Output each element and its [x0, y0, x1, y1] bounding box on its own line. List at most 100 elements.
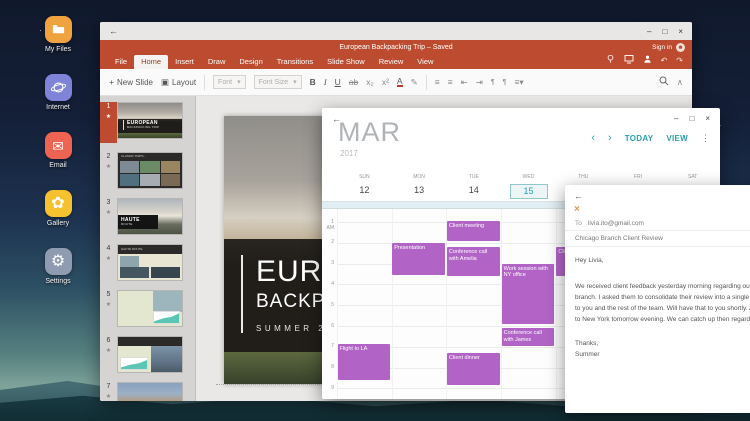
numbered-list-button[interactable]: ≡ — [448, 77, 453, 87]
bold-button[interactable]: B — [310, 77, 316, 87]
hour-label: 8 — [331, 364, 334, 371]
hour-label: 7 — [331, 343, 334, 350]
slide-thumbnail-4[interactable]: 4 ★ HAUTE ROUTE — [100, 244, 195, 281]
animation-star-icon: ★ — [105, 256, 112, 262]
tab-slide-show[interactable]: Slide Show — [320, 55, 372, 69]
new-slide-button[interactable]: + New Slide — [109, 77, 153, 87]
calendar-year: 2017 — [340, 149, 358, 158]
subject-field[interactable]: Chicago Branch Client Review — [565, 231, 750, 247]
slide-thumbnail-2[interactable]: 2 ★ CLASSIC TRIPS... — [100, 152, 195, 189]
to-field[interactable]: To livia.ito@gmail.com — [565, 216, 750, 231]
email-body[interactable]: Hey Livia, We received client feedback y… — [575, 255, 750, 360]
tab-transitions[interactable]: Transitions — [270, 55, 320, 69]
maximize-button[interactable]: □ — [662, 27, 667, 36]
powerpoint-titlebar: ← – □ × — [100, 22, 692, 40]
to-value[interactable]: livia.ito@gmail.com — [588, 220, 644, 227]
minimize-button[interactable]: – — [674, 114, 678, 123]
slide-thumbnail-7[interactable]: 7★ MOUNTETNA — [100, 382, 195, 401]
subject-value[interactable]: Chicago Branch Client Review — [575, 235, 663, 242]
font-color-button[interactable]: A — [396, 77, 403, 88]
tab-insert[interactable]: Insert — [168, 55, 201, 69]
slide-thumbnail-3[interactable]: 3 ★ HAUTE ROUTE — [100, 198, 195, 235]
bullet-list-button[interactable]: ≡ — [435, 77, 440, 87]
undo-icon[interactable]: ↶ — [661, 56, 668, 65]
calendar-event[interactable]: Conference call with Amelia — [446, 246, 500, 277]
view-button[interactable]: VIEW — [666, 134, 688, 143]
tab-review[interactable]: Review — [372, 55, 411, 69]
underline-button[interactable]: U — [335, 77, 341, 87]
align-options-button[interactable]: ≡▾ — [514, 77, 523, 88]
next-week-button[interactable]: › — [608, 133, 612, 144]
indent-decrease-button[interactable]: ⇤ — [461, 77, 468, 88]
animation-star-icon: ★ — [105, 394, 112, 400]
today-button[interactable]: TODAY — [625, 134, 654, 143]
tab-draw[interactable]: Draw — [201, 55, 233, 69]
slide-number: 1 — [106, 103, 111, 110]
desktop-icon-internet[interactable]: Internet — [40, 74, 76, 111]
desktop-icons: My Files Internet ✉ Email ✿ Gallery ⚙ Se… — [40, 16, 76, 306]
hour-label: 6 — [331, 322, 334, 329]
paragraph-button[interactable]: ¶ — [491, 79, 495, 86]
desktop-icon-gallery[interactable]: ✿ Gallery — [40, 190, 76, 227]
tab-home[interactable]: Home — [134, 55, 169, 69]
hour-label: 4 — [331, 280, 334, 287]
more-menu-icon[interactable]: ⋮ — [701, 133, 710, 144]
collapse-ribbon-button[interactable]: ∧ — [677, 77, 683, 88]
text-direction-button[interactable]: ¶ — [503, 79, 507, 86]
minimize-button[interactable]: – — [647, 27, 651, 36]
indent-increase-button[interactable]: ⇥ — [476, 77, 483, 88]
calendar-event[interactable]: Client dinner — [446, 353, 500, 386]
slide-thumbnail-6[interactable]: 6 ★ — [100, 336, 195, 373]
tab-design[interactable]: Design — [232, 55, 269, 69]
day-cell-wed-selected[interactable]: WED 15 — [501, 172, 556, 202]
slide-thumbnail-1[interactable]: 1 ★ EUROPEAN BACKPACKING TRIP — [100, 102, 195, 143]
strikethrough-button[interactable]: ab — [349, 77, 358, 87]
desktop-icon-label: My Files — [44, 46, 72, 53]
layout-icon: ▣ — [160, 76, 170, 87]
redo-icon[interactable]: ↷ — [676, 56, 683, 65]
desktop-icon-my-files[interactable]: My Files — [40, 16, 76, 53]
desktop-icon-settings[interactable]: ⚙ Settings — [40, 248, 76, 285]
back-icon[interactable]: ← — [109, 26, 118, 36]
day-cell-sun[interactable]: SUN 12 — [337, 172, 392, 202]
document-title: European Backpacking Trip – Saved — [339, 44, 453, 51]
slide-thumbnail-5[interactable]: 5 ★ — [100, 290, 195, 327]
hour-label: 2 — [331, 239, 334, 246]
desktop-icon-label: Internet — [46, 104, 70, 111]
day-cell-tue[interactable]: TUE 14 — [446, 172, 501, 202]
highlighter-button[interactable]: ✎ — [411, 77, 418, 88]
calendar-event[interactable]: Work session with NY office — [501, 263, 555, 324]
slide-number: 5 — [106, 291, 111, 298]
calendar-event[interactable]: Presentation — [392, 242, 445, 276]
calendar-event[interactable]: Client meeting — [446, 220, 500, 241]
prev-week-button[interactable]: ‹ — [591, 133, 595, 144]
tab-file[interactable]: File — [108, 55, 134, 69]
layout-button[interactable]: ▣ Layout — [161, 77, 196, 88]
gear-icon: ⚙ — [44, 248, 72, 275]
animation-star-icon: ★ — [105, 164, 112, 170]
close-button[interactable]: × — [678, 27, 683, 36]
desktop-icon-label: Email — [49, 162, 67, 169]
folder-icon — [44, 16, 72, 43]
body-signature: Summer — [575, 351, 600, 358]
subscript-button[interactable]: x₂ — [366, 77, 374, 87]
body-signoff: Thanks, — [575, 340, 599, 347]
discard-icon[interactable]: × — [574, 204, 580, 215]
back-icon[interactable]: ← — [574, 191, 583, 201]
thumb-subtitle: ROUTE — [121, 222, 133, 227]
italic-button[interactable]: I — [324, 77, 327, 87]
day-cell-mon[interactable]: MON 13 — [392, 172, 447, 202]
close-button[interactable]: × — [705, 114, 710, 123]
tab-view[interactable]: View — [410, 55, 440, 69]
calendar-event[interactable]: Flight to LA — [337, 343, 391, 381]
font-size-dropdown[interactable]: Font Size ▾ — [253, 75, 302, 89]
search-icon[interactable] — [659, 76, 669, 88]
email-compose-window: ← × To livia.ito@gmail.com Chicago Branc… — [565, 185, 750, 413]
column-gridline — [555, 209, 557, 399]
calendar-event[interactable]: Conference call with James — [501, 328, 555, 346]
desktop-icon-email[interactable]: ✉ Email — [40, 132, 76, 169]
superscript-button[interactable]: x² — [382, 77, 389, 87]
slide-number: 6 — [106, 337, 111, 344]
maximize-button[interactable]: □ — [689, 114, 694, 123]
font-dropdown[interactable]: Font ▾ — [213, 75, 246, 89]
